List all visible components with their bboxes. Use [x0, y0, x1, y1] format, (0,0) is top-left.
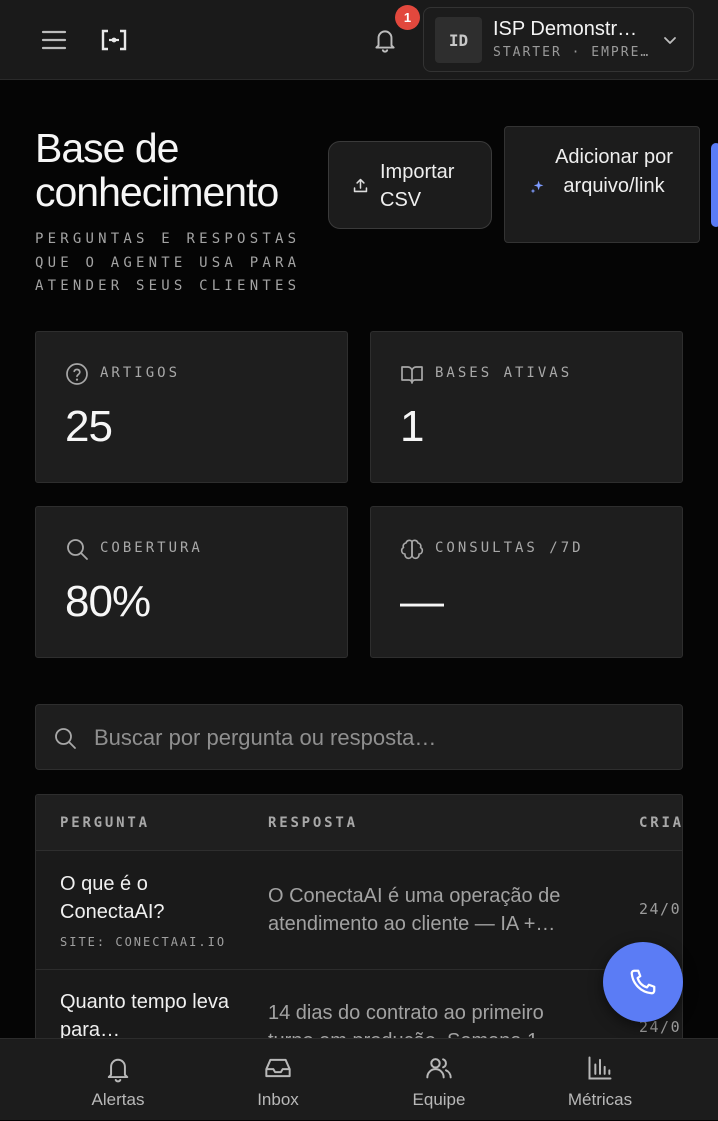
sparkles-icon	[530, 180, 544, 194]
column-header-criado[interactable]: CRIA	[639, 815, 682, 831]
row-question: Quanto tempo leva para…	[60, 991, 229, 1041]
nav-label: Equipe	[412, 1090, 466, 1109]
chevron-down-icon	[664, 37, 676, 44]
bar-chart-icon	[588, 1056, 612, 1080]
stat-value: 25	[65, 402, 113, 451]
call-fab-button[interactable]	[603, 942, 683, 1022]
bell-icon	[107, 1058, 129, 1083]
nav-item-alertas[interactable]: Alertas	[38, 1039, 198, 1121]
nav-label: Métricas	[567, 1090, 633, 1109]
help-circle-icon	[66, 363, 88, 385]
search-box	[35, 704, 683, 770]
search-icon	[67, 539, 88, 560]
account-plan: STARTER · EMPRE…	[493, 45, 651, 60]
account-avatar: ID	[435, 17, 482, 63]
logo-button[interactable]	[92, 20, 136, 60]
nav-item-metricas[interactable]: Métricas	[520, 1039, 680, 1121]
phone-icon	[630, 969, 656, 995]
stat-label: ARTIGOS	[100, 365, 181, 381]
search-input[interactable]	[94, 719, 664, 757]
stat-card-artigos: ARTIGOS 25	[35, 331, 348, 483]
book-open-icon	[401, 366, 423, 384]
stat-card-bases-ativas: BASES ATIVAS 1	[370, 331, 683, 483]
stat-label: COBERTURA	[100, 540, 203, 556]
users-icon	[426, 1058, 452, 1079]
import-csv-label: Importar CSV	[380, 161, 455, 211]
table-header: PERGUNTA RESPOSTA CRIA	[36, 795, 682, 851]
stat-label: BASES ATIVAS	[435, 365, 573, 381]
stat-card-cobertura: COBERTURA 80%	[35, 506, 348, 658]
menu-button[interactable]	[34, 20, 74, 60]
bottom-nav: Alertas Inbox Equipe Métricas	[0, 1038, 718, 1120]
upload-icon	[353, 178, 368, 193]
row-answer: O ConectaAI é uma operação de atendiment…	[268, 885, 561, 935]
column-header-resposta[interactable]: RESPOSTA	[268, 815, 358, 831]
top-bar: 1 ID ISP Demonstr… STARTER · EMPRE…	[0, 0, 718, 80]
import-csv-button[interactable]: Importar CSV	[328, 141, 492, 229]
column-header-pergunta[interactable]: PERGUNTA	[60, 815, 150, 831]
stat-value: —	[400, 577, 444, 626]
bell-icon	[375, 30, 395, 53]
side-drawer-tab[interactable]	[711, 143, 718, 227]
account-switcher[interactable]: ID ISP Demonstr… STARTER · EMPRE…	[423, 7, 694, 72]
stat-value: 80%	[65, 577, 151, 626]
nav-item-equipe[interactable]: Equipe	[359, 1039, 519, 1121]
search-icon	[55, 728, 76, 749]
add-by-file-link-label: Adicionar por arquivo/link	[555, 146, 673, 197]
brain-icon	[400, 539, 424, 560]
notification-count-badge: 1	[395, 5, 420, 30]
row-source: SITE: CONECTAAI.IO	[60, 935, 227, 949]
row-date: 24/0	[639, 900, 682, 918]
inbox-icon	[265, 1058, 291, 1078]
page-title: Base de conhecimento	[35, 125, 279, 215]
nav-label: Inbox	[257, 1090, 299, 1109]
table-row[interactable]: O que é o ConectaAI? SITE: CONECTAAI.IO …	[36, 852, 682, 970]
account-name: ISP Demonstr…	[493, 18, 638, 40]
hamburger-menu-icon	[41, 30, 67, 50]
row-question: O que é o ConectaAI?	[60, 873, 165, 923]
knowledge-table: PERGUNTA RESPOSTA CRIA O que é o Conecta…	[35, 794, 683, 1054]
logo-brackets-icon	[101, 29, 127, 51]
add-by-file-link-button[interactable]: Adicionar por arquivo/link	[504, 126, 700, 243]
page-subtitle: PERGUNTAS E RESPOSTAS QUE O AGENTE USA P…	[35, 231, 301, 294]
stat-label: CONSULTAS /7D	[435, 540, 584, 556]
stat-card-consultas: CONSULTAS /7D —	[370, 506, 683, 658]
nav-item-inbox[interactable]: Inbox	[198, 1039, 358, 1121]
stat-value: 1	[400, 402, 425, 451]
nav-label: Alertas	[91, 1090, 145, 1109]
